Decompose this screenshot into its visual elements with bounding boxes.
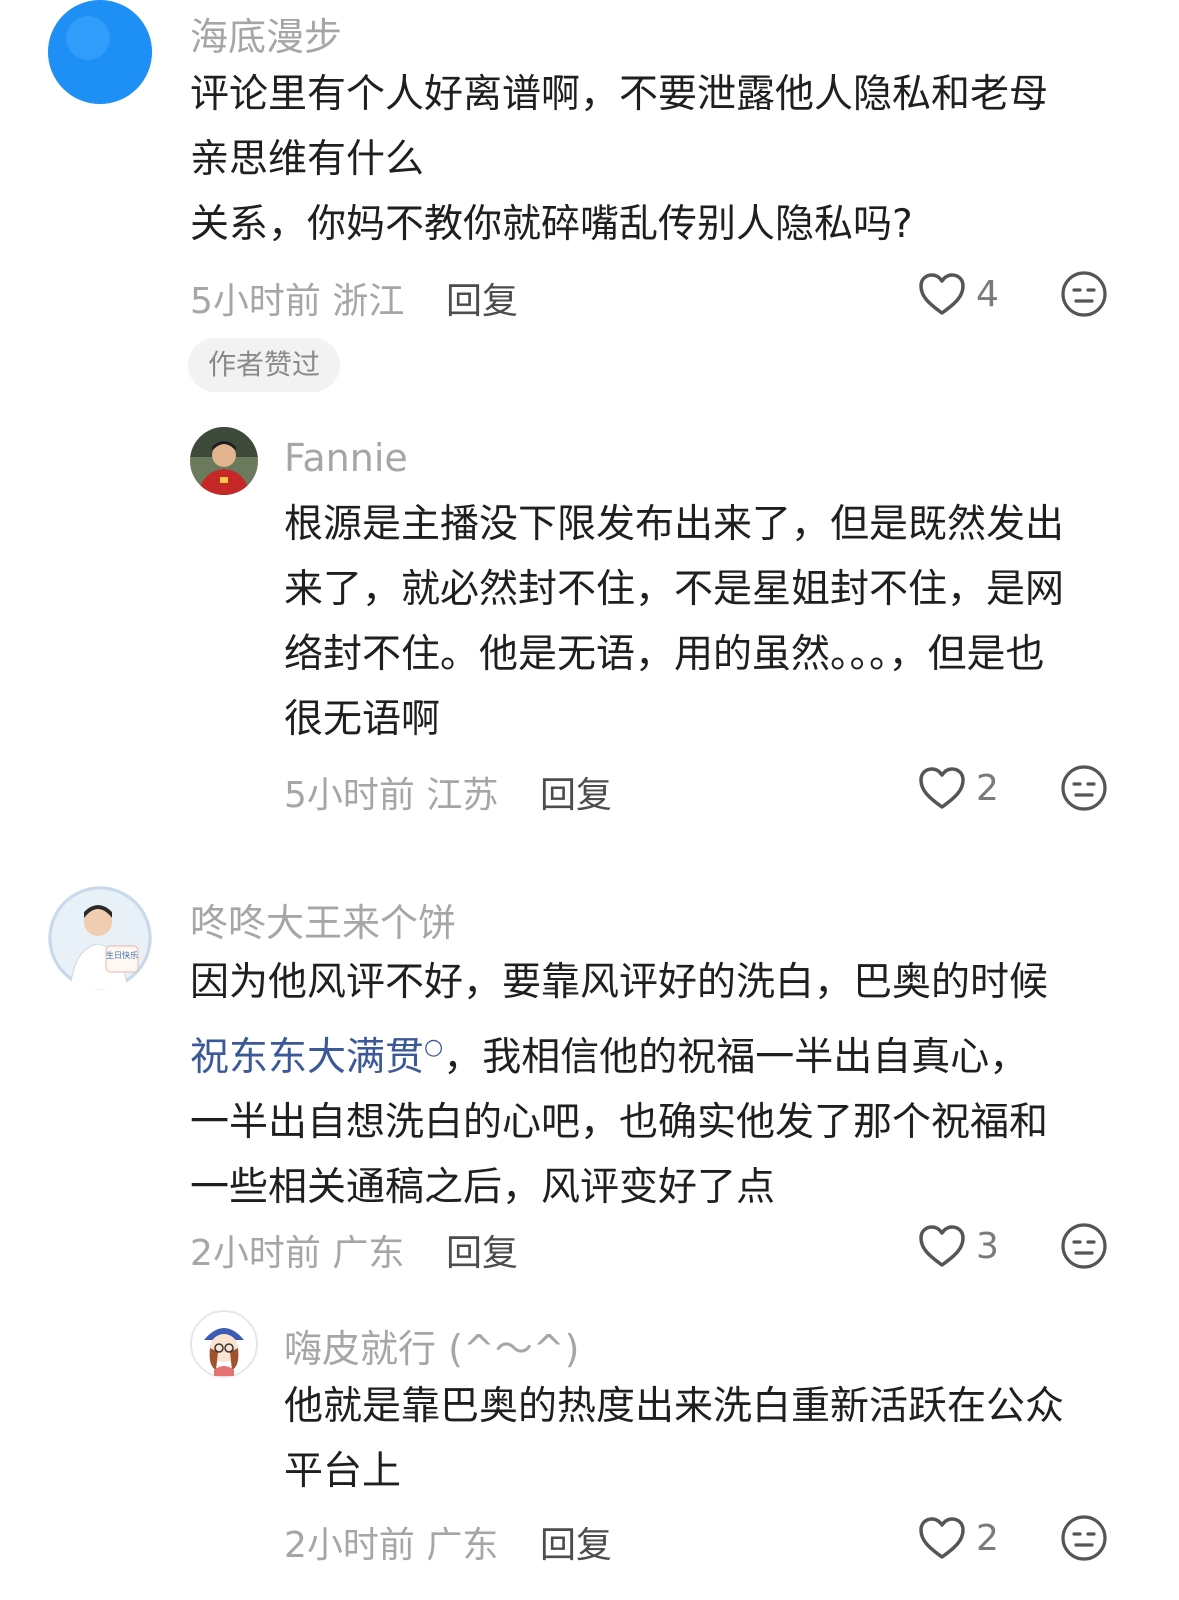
reply-line: 根源是主播没下限发布出来了，但是既然发出 xyxy=(284,502,1065,547)
reply-username[interactable]: 嗨皮就行 (^～^) xyxy=(284,1318,579,1373)
search-icon: ○ xyxy=(424,1035,444,1060)
comment: 海底漫步 评论里有个人好离谱啊，不要泄露他人隐私和老母 亲思维有什么 关系，你妈… xyxy=(0,0,1179,1600)
timestamp: 5小时前 xyxy=(190,281,321,322)
like-count: 2 xyxy=(976,767,999,809)
reply-meta: 2小时前 广东 xyxy=(284,1516,498,1568)
avatar-label: 生日快乐 xyxy=(106,950,138,960)
avatar[interactable] xyxy=(48,0,152,104)
reply-line: 来了，就必然封不住，不是星姐封不住，是网 xyxy=(284,567,1065,612)
avatar-image xyxy=(190,427,258,495)
heart-icon xyxy=(919,1225,965,1267)
username[interactable]: 咚咚大王来个饼 xyxy=(190,892,456,947)
like-count: 2 xyxy=(976,1517,999,1559)
reply-line: 很无语啊 xyxy=(284,697,441,742)
avatar-image xyxy=(48,0,152,104)
location: 江苏 xyxy=(426,775,499,816)
avatar-image: 生日快乐 xyxy=(48,886,152,990)
comment-line: 关系，你妈不教你就碎嘴乱传别人隐私吗? xyxy=(190,202,913,247)
dislike-face-icon[interactable] xyxy=(1060,270,1108,318)
author-liked-badge: 作者赞过 xyxy=(188,338,341,392)
dislike-face-icon[interactable] xyxy=(1060,1222,1108,1270)
heart-icon xyxy=(919,273,965,315)
reply-text: 根源是主播没下限发布出来了，但是既然发出 来了，就必然封不住，不是星姐封不住，是… xyxy=(284,492,1064,752)
avatar-image xyxy=(190,1310,258,1378)
reply-username[interactable]: Fannie xyxy=(284,436,408,480)
reply-line: 平台上 xyxy=(284,1449,402,1494)
topic-link[interactable]: 祝东东大满贯○ xyxy=(190,1035,443,1080)
dislike-face-icon[interactable] xyxy=(1060,1514,1108,1562)
comment-line: 评论里有个人好离谱啊，不要泄露他人隐私和老母 xyxy=(190,72,1049,117)
timestamp: 2小时前 xyxy=(284,1525,415,1566)
comment-line: 一半出自想洗白的心吧，也确实他发了那个祝福和 xyxy=(190,1100,1049,1145)
reply-text: 他就是靠巴奥的热度出来洗白重新活跃在公众 平台上 xyxy=(284,1374,1064,1504)
location: 浙江 xyxy=(332,281,405,322)
timestamp: 5小时前 xyxy=(284,775,415,816)
like-button[interactable]: 3 xyxy=(918,1224,999,1268)
dislike-face-icon[interactable] xyxy=(1060,764,1108,812)
topic-link-text: 祝东东大满贯 xyxy=(190,1035,425,1080)
like-button[interactable]: 2 xyxy=(918,766,999,810)
reply-button[interactable]: 回复 xyxy=(446,272,518,324)
reply-avatar[interactable] xyxy=(190,1310,258,1378)
reply-line: 他就是靠巴奥的热度出来洗白重新活跃在公众 xyxy=(284,1384,1065,1429)
reply-avatar[interactable] xyxy=(190,427,258,495)
location: 广东 xyxy=(332,1233,405,1274)
comment-text-segment: ，我相信他的祝福一半出自真心， xyxy=(443,1035,1029,1080)
comment-meta: 5小时前 浙江 xyxy=(190,272,404,324)
heart-icon xyxy=(919,767,965,809)
comment-meta: 2小时前 广东 xyxy=(190,1224,404,1276)
comment-line: 亲思维有什么 xyxy=(190,137,425,182)
reply-button[interactable]: 回复 xyxy=(540,766,612,818)
like-count: 4 xyxy=(976,273,999,315)
comment-text: 评论里有个人好离谱啊，不要泄露他人隐私和老母 亲思维有什么 关系，你妈不教你就碎… xyxy=(190,62,1048,257)
username[interactable]: 海底漫步 xyxy=(190,6,342,61)
comment-text: 因为他风评不好，要靠风评好的洗白，巴奥的时候 祝东东大满贯○，我相信他的祝福一半… xyxy=(190,950,1048,1220)
like-count: 3 xyxy=(976,1225,999,1267)
like-button[interactable]: 4 xyxy=(918,272,999,316)
timestamp: 2小时前 xyxy=(190,1233,321,1274)
reply-meta: 5小时前 江苏 xyxy=(284,766,498,818)
comment-line: 一些相关通稿之后，风评变好了点 xyxy=(190,1165,776,1210)
comment-line: 因为他风评不好，要靠风评好的洗白，巴奥的时候 xyxy=(190,960,1049,1005)
location: 广东 xyxy=(426,1525,499,1566)
avatar[interactable]: 生日快乐 xyxy=(48,886,152,990)
like-button[interactable]: 2 xyxy=(918,1516,999,1560)
reply-button[interactable]: 回复 xyxy=(446,1224,518,1276)
comment-line: 祝东东大满贯○，我相信他的祝福一半出自真心， xyxy=(190,1015,1048,1090)
reply-line: 络封不住。他是无语，用的虽然。。。，但是也 xyxy=(284,632,1045,677)
heart-icon xyxy=(919,1517,965,1559)
reply-button[interactable]: 回复 xyxy=(540,1516,612,1568)
